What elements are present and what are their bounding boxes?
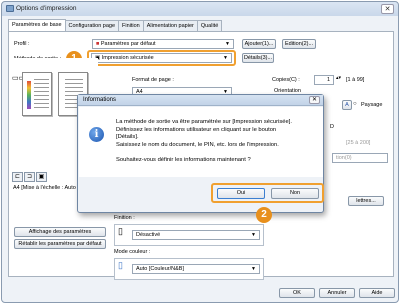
window-close-button[interactable]: ✕ — [381, 4, 394, 14]
copies-label: Copies(C) : — [272, 77, 300, 83]
color-page-icon: ▯ — [118, 260, 123, 270]
profile-label: Profil : — [14, 41, 30, 47]
ok-button[interactable]: OK — [279, 288, 315, 298]
tab-basic-settings[interactable]: Paramètres de base — [8, 19, 66, 31]
add-profile-button[interactable]: Ajouter(1)... — [242, 39, 276, 49]
restore-defaults-button[interactable]: Rétablir les paramètres par défaut — [14, 239, 106, 249]
layout-select[interactable]: tion(0) — [332, 153, 388, 163]
color-stripe — [27, 81, 31, 109]
copies-range: [1 à 99] — [346, 77, 365, 83]
dialog-close-button[interactable]: ✕ — [309, 96, 320, 104]
finishing-icons: ⊏ ⊐ ▣ — [12, 172, 47, 182]
info-icon: i — [89, 127, 104, 142]
media-summary: A4 [Mise à l'échelle : Auto — [13, 185, 76, 191]
finishing-value: Désactivé — [136, 232, 161, 238]
tab-paper-source[interactable]: Alimentation papier — [142, 20, 198, 31]
landscape-label: Paysage — [361, 102, 383, 108]
zoom-fragment: D — [330, 124, 334, 130]
callout-2: 2 — [256, 207, 272, 223]
profile-select[interactable]: ■ Paramètres par défaut ▼ — [92, 39, 234, 49]
cancel-button[interactable]: Annuler — [319, 288, 355, 298]
zoom-range: [25 à 200] — [346, 140, 371, 146]
color-mode-value: Auto [Couleur/N&B] — [136, 266, 184, 272]
duplex-icon[interactable]: ⊐ — [24, 172, 35, 182]
dialog-question: Souhaitez-vous définir les informations … — [116, 157, 251, 163]
finishing-select[interactable]: Désactivé ▼ — [132, 230, 260, 240]
staple-icon[interactable]: ⊏ — [12, 172, 23, 182]
dialog-message-line: Définissez les informations utilisateur … — [116, 126, 277, 133]
output-method-value: Impression sécurisée — [101, 55, 154, 61]
tab-bar: Paramètres de base Configuration page Fi… — [8, 19, 223, 31]
chevron-down-icon: ▼ — [223, 55, 228, 61]
chevron-down-icon: ▼ — [251, 232, 256, 238]
preview-page-1 — [22, 72, 52, 116]
tab-page-setup[interactable]: Configuration page — [64, 20, 120, 31]
color-mode-label: Mode couleur : — [114, 249, 151, 255]
booklet-icon[interactable]: ▣ — [36, 172, 47, 182]
chevron-down-icon: ▼ — [225, 41, 230, 47]
show-settings-button[interactable]: Affichage des paramètres — [14, 227, 106, 237]
landscape-radio[interactable]: ○ — [353, 101, 357, 107]
dialog-message-line: La méthode de sortie va être paramétrée … — [116, 119, 292, 125]
edit-profile-button[interactable]: Edition(2)... — [282, 39, 316, 49]
page-size-label: Format de page : — [132, 77, 174, 83]
details-button[interactable]: Détails(3)... — [242, 53, 274, 63]
landscape-icon[interactable]: A — [342, 100, 352, 110]
yes-button[interactable]: Oui — [217, 188, 265, 199]
no-button[interactable]: Non — [271, 188, 319, 199]
copies-input[interactable]: 1 — [314, 75, 334, 85]
tab-finishing[interactable]: Finition — [118, 20, 144, 31]
layout-value: tion(0) — [336, 155, 352, 161]
finishing-label: Finition : — [114, 215, 135, 221]
help-button[interactable]: Aide — [359, 288, 395, 298]
output-method-select[interactable]: ▣ Impression sécurisée ▼ — [91, 53, 232, 63]
dialog-message-line: [Détails]. — [116, 134, 139, 140]
chevron-down-icon: ▼ — [251, 266, 256, 272]
dialog-message-line: Saisissez le nom du document, le PIN, et… — [116, 141, 279, 148]
window-title: Options d'impression — [16, 5, 77, 12]
printer-icon — [6, 5, 14, 12]
tab-quality[interactable]: Qualité — [196, 20, 223, 31]
color-mode-select[interactable]: Auto [Couleur/N&B] ▼ — [132, 264, 260, 274]
text-lines — [34, 79, 49, 111]
dialog-body: i La méthode de sortie va être paramétré… — [79, 107, 323, 177]
profile-value: Paramètres par défaut — [100, 41, 156, 47]
copies-spinner[interactable]: ▴▾ — [336, 75, 341, 81]
finishing-page-icon: ▯ — [118, 226, 123, 236]
dialog-title: Informations — [78, 95, 323, 106]
information-dialog: Informations ✕ i La méthode de sortie va… — [77, 94, 324, 213]
watermark-button[interactable]: lettres... — [348, 196, 384, 206]
